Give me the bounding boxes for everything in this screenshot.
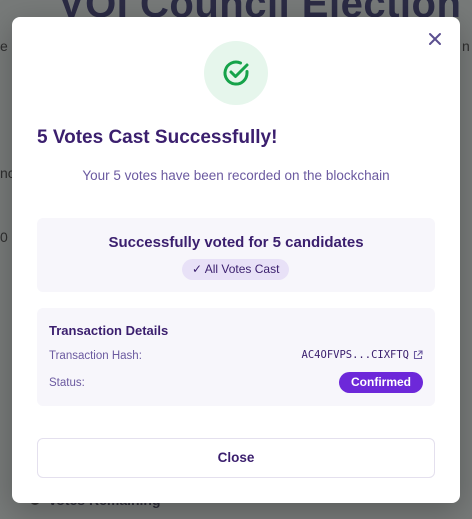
transaction-hash-link[interactable]: AC4OFVPS...CIXFTQ (302, 349, 423, 361)
vote-summary-card: Successfully voted for 5 candidates ✓ Al… (37, 218, 435, 292)
transaction-details-heading: Transaction Details (49, 323, 169, 338)
all-votes-cast-badge: ✓ All Votes Cast (182, 259, 290, 280)
vote-summary-text: Successfully voted for 5 candidates (108, 234, 364, 251)
status-badge: Confirmed (339, 372, 423, 393)
vote-success-modal: 5 Votes Cast Successfully! Your 5 votes … (12, 17, 460, 503)
background-fragment: 0 (0, 229, 8, 245)
transaction-hash-label: Transaction Hash: (49, 350, 142, 362)
transaction-hash-value: AC4OFVPS...CIXFTQ (301, 349, 409, 361)
modal-title: 5 Votes Cast Successfully! (37, 127, 278, 148)
background-fragment: e (0, 38, 8, 54)
transaction-details-card: Transaction Details Transaction Hash: AC… (37, 308, 435, 406)
close-button[interactable]: Close (37, 438, 435, 478)
check-circle-icon (204, 41, 268, 105)
background-fragment: n (462, 38, 470, 54)
close-icon[interactable] (426, 31, 444, 49)
status-label: Status: (49, 377, 85, 389)
modal-subtitle: Your 5 votes have been recorded on the b… (82, 168, 390, 183)
external-link-icon (413, 350, 423, 360)
